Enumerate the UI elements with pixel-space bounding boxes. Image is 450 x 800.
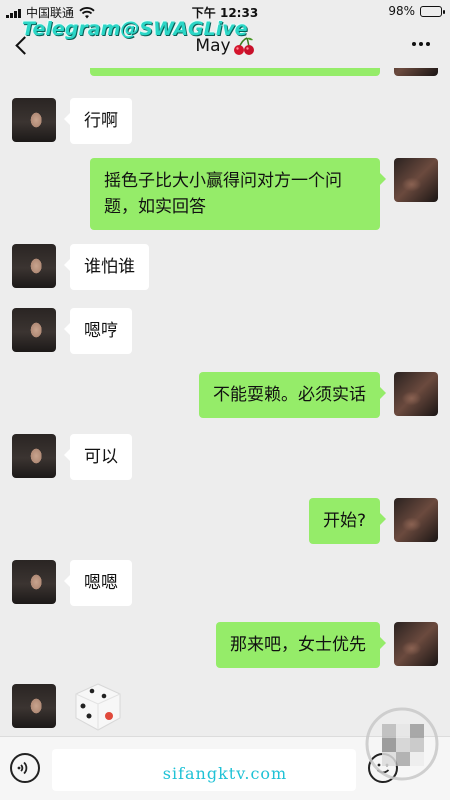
dice-icon[interactable]	[72, 682, 124, 732]
avatar[interactable]	[12, 308, 56, 352]
avatar[interactable]	[394, 498, 438, 542]
previous-message-bubble	[90, 68, 380, 76]
avatar[interactable]	[394, 372, 438, 416]
avatar[interactable]	[394, 622, 438, 666]
outgoing-message[interactable]: 摇色子比大小赢得问对方一个问题，如实回答	[90, 158, 386, 230]
more-button[interactable]	[412, 42, 430, 46]
incoming-message[interactable]: 嗯哼	[64, 308, 132, 354]
incoming-message[interactable]: 可以	[64, 434, 132, 480]
chat-area[interactable]: 行啊摇色子比大小赢得问对方一个问题，如实回答谁怕谁嗯哼不能耍赖。必须实话可以开始…	[0, 68, 450, 736]
battery-icon	[420, 5, 445, 17]
battery-percent: 98%	[388, 4, 415, 18]
watermark: Telegram@SWAGLive	[22, 18, 248, 40]
avatar[interactable]	[12, 560, 56, 604]
avatar[interactable]	[394, 68, 438, 76]
avatar[interactable]	[12, 98, 56, 142]
status-right: 98%	[388, 4, 445, 18]
avatar[interactable]	[12, 244, 56, 288]
avatar[interactable]	[12, 434, 56, 478]
outgoing-message[interactable]: 开始?	[308, 498, 387, 544]
incoming-message[interactable]: 行啊	[64, 98, 132, 144]
incoming-message[interactable]: 谁怕谁	[64, 244, 149, 290]
outgoing-message[interactable]: 不能耍赖。必须实话	[199, 372, 386, 418]
site-watermark: sifangktv.com	[162, 764, 288, 783]
incoming-message[interactable]: 嗯嗯	[64, 560, 132, 606]
outgoing-message[interactable]: 那来吧，女士优先	[216, 622, 386, 668]
avatar[interactable]	[394, 158, 438, 202]
avatar[interactable]	[12, 684, 56, 728]
